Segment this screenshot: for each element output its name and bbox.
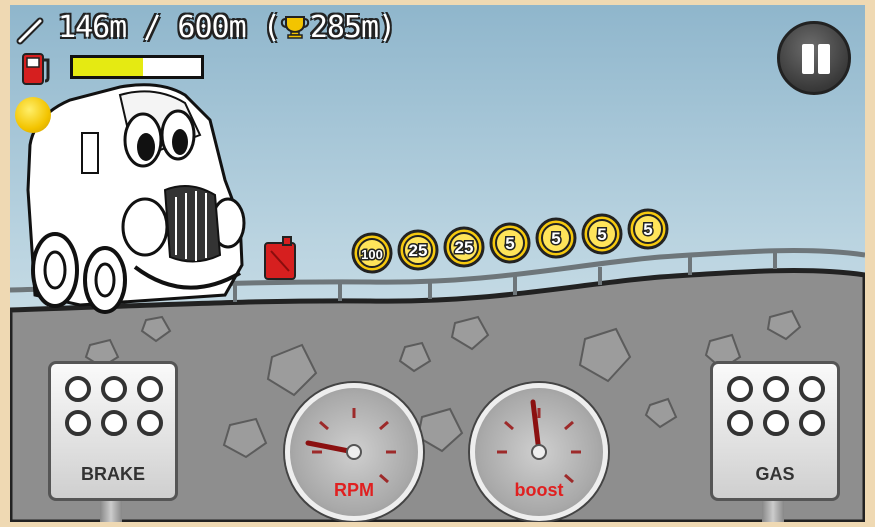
gas-pedal[interactable]: GAS (710, 361, 840, 501)
rpm-gauge: RPM (285, 383, 423, 521)
coin-25: 25 (397, 229, 439, 271)
distance-icon (16, 17, 44, 45)
coin-value: 5 (551, 229, 560, 248)
coin-100: 100 (351, 232, 393, 274)
boost-gauge: boost (470, 383, 608, 521)
rpm-label: RPM (334, 480, 374, 500)
coin-5: 5 (489, 222, 531, 264)
coin-5: 5 (581, 213, 623, 255)
truck (26, 83, 246, 314)
coin-value: 100 (361, 247, 383, 262)
brake-pedal[interactable]: BRAKE (48, 361, 178, 501)
gas-pedal-stem (762, 499, 784, 522)
distance-text: 146m / 600m ( (58, 10, 281, 45)
coin-5: 5 (535, 217, 577, 259)
fuel-gauge-fill (73, 58, 144, 76)
trophy-icon (280, 16, 309, 39)
fuel-pump-icon (22, 53, 50, 85)
coin-value: 5 (597, 225, 606, 244)
coin-5: 5 (627, 208, 669, 250)
brake-pedal-stem (100, 499, 122, 522)
fuel-can-icon (264, 236, 296, 280)
gas-label: GAS (755, 464, 795, 484)
boost-label: boost (514, 480, 564, 500)
coin-value: 5 (505, 234, 514, 253)
coin-value: 5 (643, 220, 652, 239)
distance-readout: 146m / 600m ( 285m) (58, 10, 396, 45)
coin-value: 25 (409, 241, 428, 260)
brake-label: BRAKE (80, 464, 145, 484)
coin-25: 25 (443, 226, 485, 268)
pause-icon (802, 44, 814, 74)
game-viewport: 100 25 25 5 5 5 5 146m / 600m (285m) BR… (10, 5, 865, 522)
record-text: 285m) (309, 10, 396, 45)
coin-value: 25 (455, 238, 474, 257)
fuel-gauge-bar (70, 55, 204, 79)
pause-button[interactable] (777, 21, 851, 95)
coin-icon (15, 97, 51, 133)
